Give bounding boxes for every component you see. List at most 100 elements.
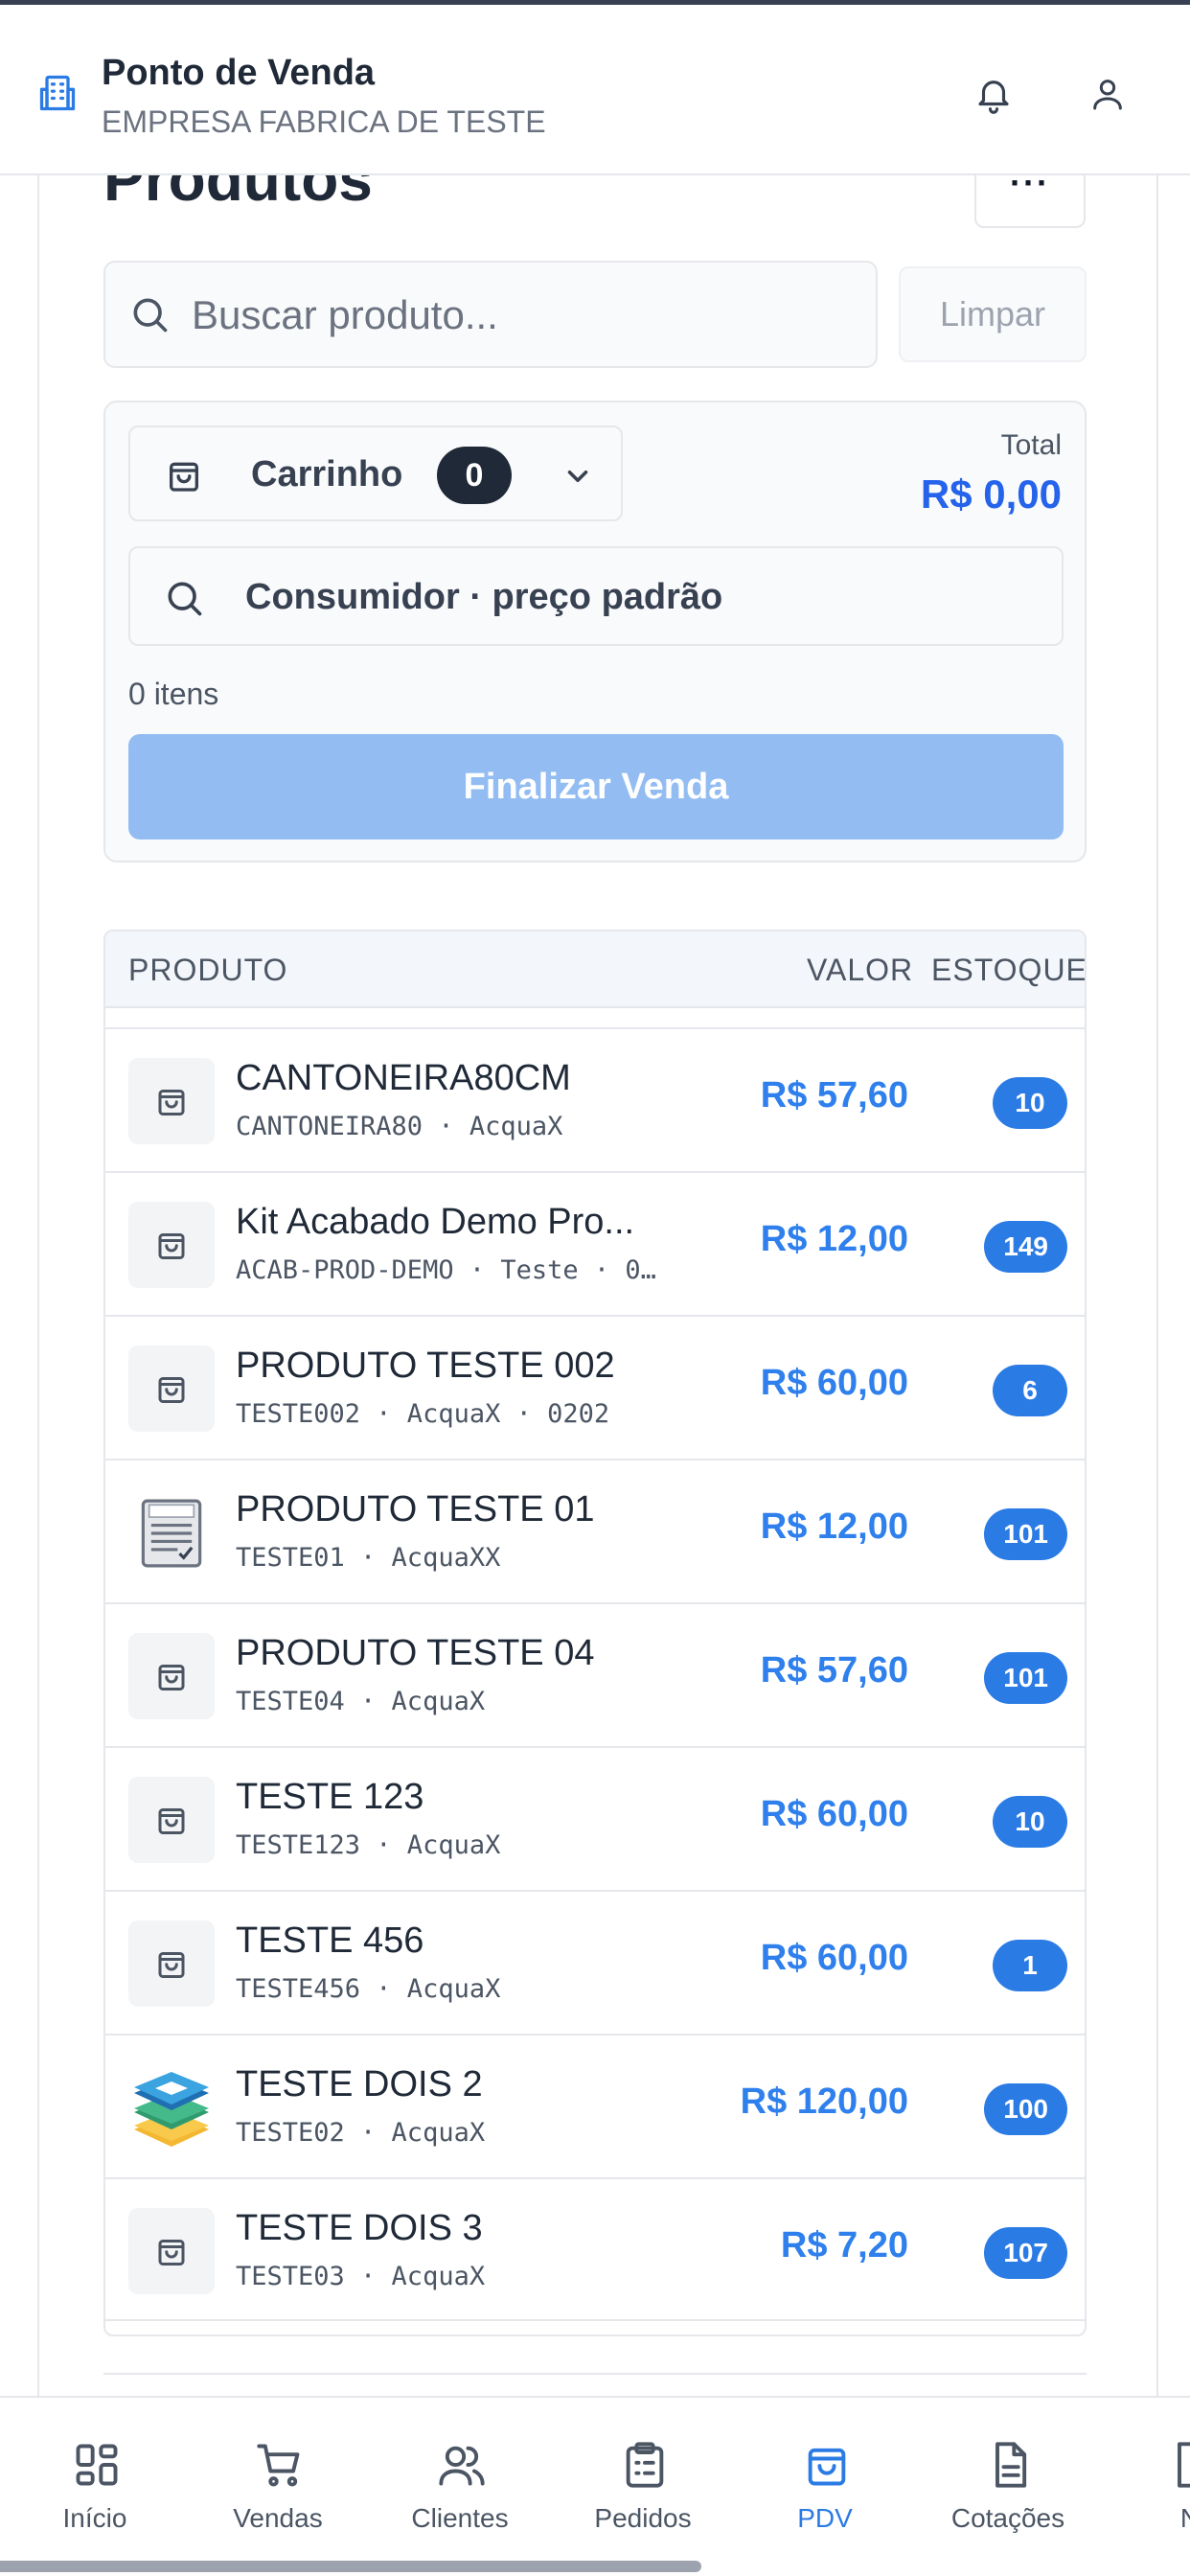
bell-icon[interactable] bbox=[973, 72, 1014, 116]
nav-item-inicio[interactable]: Início bbox=[4, 2398, 186, 2561]
product-price: R$ 60,00 bbox=[760, 1794, 908, 1834]
grid-icon bbox=[76, 2444, 118, 2486]
product-price: R$ 60,00 bbox=[760, 1938, 908, 1978]
column-header-value: VALOR bbox=[807, 953, 914, 987]
table-row[interactable]: CANTONEIRA80CM CANTONEIRA80 · AcquaX R$ … bbox=[105, 1027, 1085, 1171]
horizontal-scrollbar[interactable] bbox=[0, 2561, 701, 2572]
divider bbox=[103, 2373, 1087, 2375]
cart-count-badge: 0 bbox=[437, 447, 512, 504]
product-thumbnail bbox=[128, 1489, 215, 1576]
nav-item-vendas[interactable]: Vendas bbox=[187, 2398, 369, 2561]
bottom-navigation: Início Vendas Clientes Pedidos PDV Cotaç… bbox=[0, 2396, 1190, 2576]
product-name: TESTE DOIS 2 bbox=[236, 2064, 483, 2104]
nav-item-more[interactable]: N bbox=[1099, 2398, 1190, 2561]
nav-item-cotacoes[interactable]: Cotações bbox=[917, 2398, 1099, 2561]
customer-label: Consumidor · preço padrão bbox=[245, 577, 723, 617]
product-code: TESTE456 · AcquaX bbox=[236, 1974, 501, 2004]
column-header-product: PRODUTO bbox=[128, 953, 288, 987]
nav-item-pedidos[interactable]: Pedidos bbox=[552, 2398, 734, 2561]
table-row[interactable]: PRODUTO TESTE 002 TESTE002 · AcquaX · 02… bbox=[105, 1315, 1085, 1459]
product-name: TESTE 456 bbox=[236, 1920, 424, 1961]
stock-badge: 1 bbox=[993, 1940, 1067, 1991]
cart-icon bbox=[257, 2444, 300, 2487]
customer-selector[interactable]: Consumidor · preço padrão bbox=[128, 546, 1064, 646]
product-name: TESTE 123 bbox=[236, 1777, 424, 1817]
bag-icon bbox=[158, 1808, 185, 1834]
product-thumbnail bbox=[128, 2064, 215, 2150]
products-table: PRODUTO VALOR ESTOQUE CANTONEIRA80CM CAN… bbox=[103, 930, 1087, 2336]
nav-item-clientes[interactable]: Clientes bbox=[369, 2398, 551, 2561]
table-row[interactable]: TESTE DOIS 2 TESTE02 · AcquaX R$ 120,00 … bbox=[105, 2034, 1085, 2177]
cart-label: Carrinho bbox=[251, 454, 403, 494]
product-code: TESTE002 · AcquaX · 0202 bbox=[236, 1399, 610, 1429]
nav-item-pdv[interactable]: PDV bbox=[734, 2398, 916, 2561]
user-icon[interactable] bbox=[1088, 72, 1127, 116]
column-header-stock: ESTOQUE bbox=[931, 953, 1087, 987]
nav-label: Início bbox=[62, 2503, 127, 2533]
search-input[interactable] bbox=[192, 284, 843, 347]
product-name: CANTONEIRA80CM bbox=[236, 1058, 571, 1098]
nav-label: Cotações bbox=[950, 2503, 1065, 2533]
product-name: TESTE DOIS 3 bbox=[236, 2208, 483, 2248]
test-document-icon bbox=[141, 1499, 202, 1568]
table-row[interactable]: TESTE 123 TESTE123 · AcquaX R$ 60,00 10 bbox=[105, 1746, 1085, 1890]
search-icon bbox=[168, 582, 202, 616]
document-icon bbox=[995, 2442, 1027, 2488]
total-label: Total bbox=[1000, 429, 1062, 461]
product-code: TESTE03 · AcquaX bbox=[236, 2262, 486, 2291]
search-icon bbox=[133, 298, 168, 333]
product-price: R$ 12,00 bbox=[760, 1506, 908, 1547]
product-price: R$ 7,20 bbox=[780, 2225, 908, 2266]
product-thumbnail bbox=[128, 1202, 215, 1288]
table-row[interactable]: Kit Acabado Demo Pro... ACAB-PROD-DEMO ·… bbox=[105, 1171, 1085, 1315]
company-name: EMPRESA FABRICA DE TESTE bbox=[102, 104, 546, 139]
product-code: CANTONEIRA80 · AcquaX bbox=[236, 1112, 563, 1141]
app-header: Ponto de Venda EMPRESA FABRICA DE TESTE bbox=[0, 5, 1190, 175]
table-row[interactable]: PRODUTO TESTE 04 TESTE04 · AcquaX R$ 57,… bbox=[105, 1602, 1085, 1746]
stock-badge: 10 bbox=[993, 1077, 1067, 1129]
bag-icon bbox=[158, 1233, 185, 1259]
product-name: PRODUTO TESTE 002 bbox=[236, 1346, 615, 1386]
table-row[interactable]: TESTE DOIS 3 TESTE03 · AcquaX R$ 7,20 10… bbox=[105, 2177, 1085, 2321]
clipboard-icon bbox=[626, 2442, 664, 2488]
nav-label: Pedidos bbox=[594, 2503, 692, 2533]
product-price: R$ 120,00 bbox=[740, 2082, 908, 2122]
product-thumbnail bbox=[128, 1777, 215, 1863]
table-row[interactable]: TESTE 456 TESTE456 · AcquaX R$ 60,00 1 bbox=[105, 1890, 1085, 2034]
nav-label: PDV bbox=[797, 2503, 853, 2533]
items-count: 0 itens bbox=[128, 677, 219, 711]
cart-panel: Carrinho 0 Total R$ 0,00 Consumidor · pr… bbox=[103, 401, 1087, 862]
bag-icon bbox=[158, 1090, 185, 1116]
layers-stack-icon bbox=[134, 2072, 209, 2147]
product-price: R$ 12,00 bbox=[760, 1219, 908, 1259]
nav-label: Clientes bbox=[411, 2503, 509, 2533]
stock-badge: 101 bbox=[984, 1652, 1067, 1704]
nav-label: Vendas bbox=[233, 2503, 323, 2533]
product-thumbnail bbox=[128, 1346, 215, 1432]
bag-icon bbox=[808, 2448, 846, 2486]
product-thumbnail bbox=[128, 1058, 215, 1144]
product-code: TESTE01 · AcquaXX bbox=[236, 1543, 501, 1573]
product-code: ACAB-PROD-DEMO · Teste · 0… bbox=[236, 1255, 656, 1285]
product-name: PRODUTO TESTE 01 bbox=[236, 1489, 595, 1530]
product-code: TESTE04 · AcquaX bbox=[236, 1687, 486, 1716]
total-value: R$ 0,00 bbox=[920, 472, 1062, 517]
bag-icon bbox=[158, 1952, 185, 1978]
product-thumbnail bbox=[128, 2208, 215, 2294]
table-row[interactable]: PRODUTO TESTE 01 TESTE01 · AcquaXX R$ 12… bbox=[105, 1459, 1085, 1602]
bag-icon bbox=[158, 2240, 185, 2266]
stock-badge: 149 bbox=[984, 1221, 1067, 1273]
app-title: Ponto de Venda bbox=[102, 53, 376, 93]
chevron-down-icon bbox=[567, 470, 588, 483]
product-thumbnail bbox=[128, 1920, 215, 2007]
clear-button[interactable]: Limpar bbox=[899, 266, 1087, 362]
cart-toggle-button[interactable]: Carrinho 0 bbox=[128, 426, 623, 521]
bag-icon bbox=[158, 1665, 185, 1690]
finalize-sale-button[interactable]: Finalizar Venda bbox=[128, 734, 1064, 840]
product-code: TESTE123 · AcquaX bbox=[236, 1830, 501, 1860]
table-header: PRODUTO VALOR ESTOQUE bbox=[105, 932, 1087, 1008]
product-price: R$ 57,60 bbox=[760, 1650, 908, 1690]
product-code: TESTE02 · AcquaX bbox=[236, 2118, 486, 2148]
table-body: CANTONEIRA80CM CANTONEIRA80 · AcquaX R$ … bbox=[105, 1027, 1085, 2321]
document-icon bbox=[1178, 2442, 1190, 2488]
